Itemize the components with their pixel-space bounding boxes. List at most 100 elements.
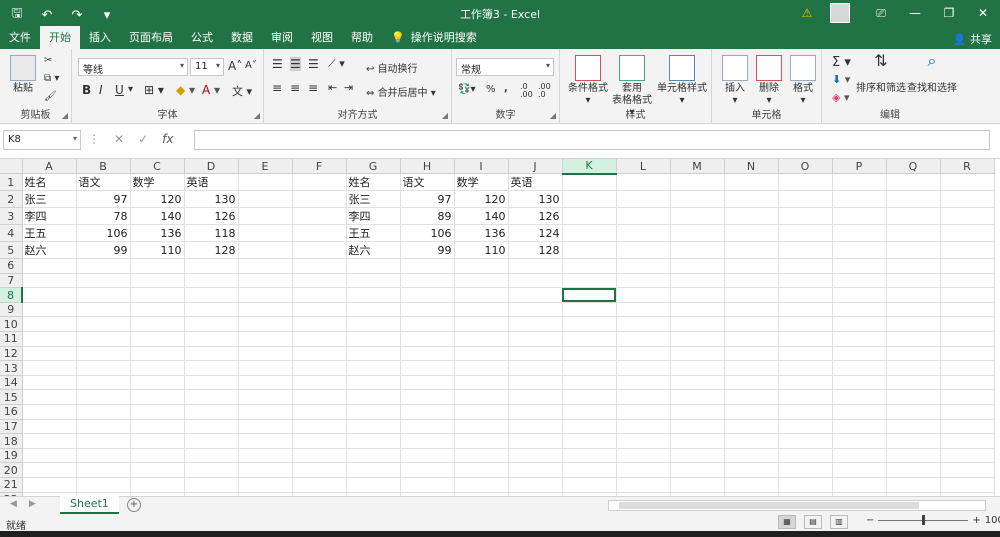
warning-icon[interactable]: ⚠ [790,6,824,20]
cell[interactable] [130,477,185,493]
cell[interactable] [778,375,833,391]
cell[interactable] [508,287,563,303]
cell[interactable]: 140 [130,207,185,226]
cell[interactable] [130,316,185,333]
cell[interactable]: 106 [76,224,131,243]
cell[interactable] [940,207,995,226]
cell[interactable] [346,360,401,376]
cell[interactable] [886,404,941,420]
cell[interactable]: 97 [76,190,131,209]
tab-help[interactable]: 帮助 [342,26,382,49]
close-button[interactable]: ✕ [966,6,1000,20]
cell[interactable] [616,419,671,435]
column-header[interactable]: G [346,159,401,175]
cell[interactable] [22,360,77,376]
cell[interactable] [22,331,77,347]
format-cells-button[interactable]: 格式 ▾ [788,55,818,107]
cell[interactable] [292,207,347,226]
cell[interactable] [454,462,509,478]
shrink-font-button[interactable]: A˅ [245,60,257,71]
cell[interactable]: 英语 [508,173,563,192]
cell[interactable] [184,360,239,376]
cell[interactable] [238,462,293,478]
cell[interactable] [616,433,671,449]
cancel-icon[interactable]: ✕ [114,132,124,146]
cell[interactable] [940,419,995,435]
cell[interactable] [184,273,239,289]
cell[interactable] [400,258,455,274]
cell[interactable] [508,375,563,391]
cell[interactable] [130,360,185,376]
cell[interactable] [778,360,833,376]
cell[interactable] [778,241,833,260]
cell[interactable] [562,448,617,464]
cell[interactable]: 99 [76,241,131,260]
cell[interactable] [76,419,131,435]
cell[interactable] [508,302,563,318]
cell[interactable] [76,302,131,318]
cell[interactable] [76,360,131,376]
cell[interactable] [670,360,725,376]
cell[interactable] [76,346,131,362]
cell[interactable] [616,302,671,318]
cell[interactable] [886,389,941,406]
cell[interactable] [292,477,347,493]
align-bottom-icon[interactable]: ☰ [308,57,319,71]
cell[interactable] [562,462,617,478]
cell[interactable] [886,462,941,478]
cell[interactable] [400,404,455,420]
cell[interactable] [670,346,725,362]
cell[interactable] [22,258,77,274]
cell[interactable] [886,258,941,274]
cell[interactable] [832,448,887,464]
cell[interactable] [886,360,941,376]
column-header[interactable]: O [778,159,833,175]
row-header[interactable]: 18 [0,433,23,449]
cell[interactable] [292,224,347,243]
cell[interactable] [400,273,455,289]
cell[interactable] [130,389,185,406]
cell[interactable] [670,419,725,435]
cell[interactable] [238,477,293,493]
cell[interactable] [724,448,779,464]
cell[interactable]: 王五 [22,224,77,243]
number-format-select[interactable]: 常规 ▾ [456,58,554,76]
cell[interactable] [724,419,779,435]
cell[interactable] [238,331,293,347]
cell[interactable] [778,207,833,226]
cell[interactable] [508,433,563,449]
cell[interactable] [238,224,293,243]
cell[interactable] [832,477,887,493]
cell[interactable]: 英语 [184,173,239,192]
row-header[interactable]: 7 [0,273,23,289]
cell[interactable] [940,273,995,289]
cell[interactable] [940,448,995,464]
cell[interactable] [346,302,401,318]
cell[interactable] [832,207,887,226]
cell[interactable] [292,360,347,376]
cell[interactable] [292,389,347,406]
cell[interactable]: 130 [184,190,239,209]
cell[interactable] [346,273,401,289]
cell[interactable]: 128 [184,241,239,260]
cell[interactable] [832,462,887,478]
font-name-select[interactable]: 等线 ▾ [78,58,188,76]
row-header[interactable]: 8 [0,287,23,303]
column-header[interactable]: Q [886,159,941,175]
cell[interactable] [238,419,293,435]
cell[interactable] [724,477,779,493]
cell[interactable] [508,462,563,478]
cell[interactable]: 张三 [346,190,401,209]
cell[interactable] [562,375,617,391]
zoom-knob[interactable] [922,515,926,525]
zoom-slider[interactable] [878,515,969,525]
cell[interactable] [562,389,617,406]
cell[interactable] [346,346,401,362]
cell[interactable] [292,316,347,333]
cell[interactable] [940,258,995,274]
grow-font-button[interactable]: A˄ [228,59,242,73]
cell[interactable] [22,419,77,435]
share-button[interactable]: 👤 共享 [953,31,992,47]
cell[interactable] [76,448,131,464]
cell[interactable] [616,404,671,420]
